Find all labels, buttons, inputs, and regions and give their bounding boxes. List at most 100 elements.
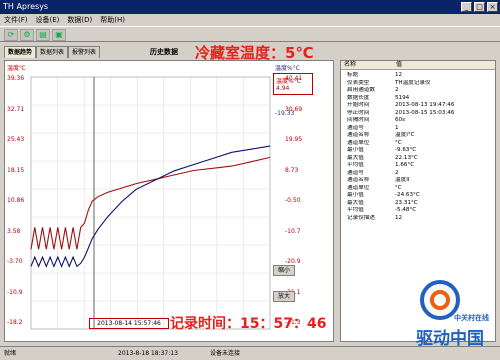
legend1-value: 4.94 xyxy=(276,85,290,92)
row-value: 12 xyxy=(395,72,403,78)
table-row[interactable]: 间隔时间 60s xyxy=(341,117,495,124)
status-bar: 就绪 2013-8-18 18:37:13 设备未连接 xyxy=(0,346,500,360)
row-name: 通道号 xyxy=(347,169,364,176)
row-value: -9.63°C xyxy=(395,147,417,153)
table-row[interactable]: 平均值 -5.48°C xyxy=(341,207,495,214)
tab-trend[interactable]: 数据趋势 xyxy=(4,46,37,58)
tab-bar: 数据趋势 数据列表 报警列表 xyxy=(4,46,101,58)
connect-icon[interactable]: ⚙ xyxy=(20,29,34,41)
row-name: 记录仪描述 xyxy=(347,214,375,221)
row-name: 最小值 xyxy=(347,192,364,198)
row-name: 停止时间 xyxy=(347,109,370,116)
table-row[interactable]: 通道名称 温度II xyxy=(341,177,495,184)
row-value: 2013-08-15 15:03:46 xyxy=(395,109,455,116)
row-value: 60s xyxy=(395,117,406,123)
table-row[interactable]: 标题 12 xyxy=(341,72,495,79)
menu-data[interactable]: 数据(D) xyxy=(67,14,92,26)
row-name: 仪表类型 xyxy=(347,79,370,86)
row-name: 标题 xyxy=(347,72,359,78)
row-value: 2 xyxy=(395,87,399,93)
header-value: 值 xyxy=(396,61,403,68)
row-value: 23.31°C xyxy=(395,199,418,206)
row-value: 12 xyxy=(395,214,403,221)
row-value: °C xyxy=(395,184,402,191)
record-time-label: 记录时间：15：57：46 xyxy=(170,316,327,332)
open-icon[interactable]: ▤ xyxy=(36,29,50,41)
table-row[interactable]: 最小值 -24.63°C xyxy=(341,192,495,199)
status-connection: 设备未连接 xyxy=(210,350,241,357)
table-row[interactable]: 通道单位 °C xyxy=(341,140,495,147)
minimize-button[interactable]: _ xyxy=(461,2,472,12)
row-value: 2 xyxy=(395,169,399,176)
row-value: TH温度记录仪 xyxy=(395,79,431,86)
row-name: 通道单位 xyxy=(347,139,370,146)
status-ready: 就绪 xyxy=(4,350,17,357)
menu-device[interactable]: 设备(E) xyxy=(36,14,60,26)
table-row[interactable]: 启用通道数 2 xyxy=(341,87,495,94)
title-bar: TH Apresys xyxy=(0,0,500,14)
table-row[interactable]: 通道号 2 xyxy=(341,170,495,177)
refresh-icon[interactable]: ⟳ xyxy=(4,29,18,41)
table-row[interactable]: 通道名称 温度I°C xyxy=(341,132,495,139)
table-row[interactable]: 仪表类型 TH温度记录仪 xyxy=(341,80,495,87)
cursor-time: 2013-08-14 15:57:46 xyxy=(89,318,169,329)
row-name: 通道号 xyxy=(347,124,364,131)
table-row[interactable]: 数据长度 5194 xyxy=(341,95,495,102)
chart-area[interactable]: 温度℃ 温度%°C 39.36 32.71 25.43 18.15 10.86 3.58-… xyxy=(4,60,334,342)
chart-header: 历史数据 xyxy=(150,48,178,56)
tab-list[interactable]: 数据列表 xyxy=(36,46,69,58)
row-value: 1 xyxy=(395,124,399,131)
watermark-logo: 中关村在线 驱动中国 xyxy=(416,280,489,349)
row-name: 平均值 xyxy=(347,207,364,213)
menu-file[interactable]: 文件(F) xyxy=(4,14,28,26)
row-name: 通道名称 xyxy=(347,177,370,183)
legend-channel1: 温度%°C 4.94 xyxy=(273,73,313,95)
app-title: TH Apresys xyxy=(3,2,49,11)
row-name: 最大值 xyxy=(347,199,364,206)
row-name: 平均值 xyxy=(347,162,364,168)
row-name: 开始时间 xyxy=(347,102,370,108)
save-icon[interactable]: ▣ xyxy=(52,29,66,41)
menu-bar: 文件(F) 设备(E) 数据(D) 帮助(H) xyxy=(0,14,500,26)
svg-text:中关村在线: 中关村在线 xyxy=(454,313,489,322)
row-value: 5194 xyxy=(395,94,410,101)
table-row[interactable]: 通道单位 °C xyxy=(341,185,495,192)
close-button[interactable]: × xyxy=(487,2,498,12)
row-value: °C xyxy=(395,139,402,146)
row-name: 通道名称 xyxy=(347,132,370,138)
row-name: 最大值 xyxy=(347,154,364,161)
row-name: 数据长度 xyxy=(347,94,370,101)
menu-help[interactable]: 帮助(H) xyxy=(100,14,125,26)
row-value: 22.13°C xyxy=(395,154,418,161)
legend1-label: 温度%°C xyxy=(276,78,301,85)
row-value: 1.66°C xyxy=(395,162,415,168)
table-row[interactable]: 通道号 1 xyxy=(341,125,495,132)
row-value: 温度I°C xyxy=(395,132,415,138)
row-value: -5.48°C xyxy=(395,207,417,213)
row-name: 启用通道数 xyxy=(347,87,375,93)
tab-alarm[interactable]: 报警列表 xyxy=(68,46,101,58)
table-row[interactable]: 最大值 22.13°C xyxy=(341,155,495,162)
row-name: 通道单位 xyxy=(347,184,370,191)
row-value: 2013-08-13 19:47:46 xyxy=(395,102,455,108)
toolbar: ⟳ ⚙ ▤ ▣ xyxy=(0,26,500,42)
row-name: 最小值 xyxy=(347,147,364,153)
table-row[interactable]: 停止时间 2013-08-15 15:03:46 xyxy=(341,110,495,117)
row-value: 温度II xyxy=(395,177,410,183)
table-row[interactable]: 平均值 1.66°C xyxy=(341,162,495,169)
row-name: 间隔时间 xyxy=(347,117,370,123)
table-header: 名称 值 xyxy=(341,61,495,70)
zoom-in-button[interactable]: 缩小 xyxy=(273,265,295,276)
table-row[interactable]: 最大值 23.31°C xyxy=(341,200,495,207)
zoom-out-button[interactable]: 放大 xyxy=(273,291,295,302)
table-row[interactable]: 记录仪描述 12 xyxy=(341,215,495,222)
header-name: 名称 xyxy=(344,61,357,68)
maximize-button[interactable]: □ xyxy=(474,2,485,12)
row-value: -24.63°C xyxy=(395,192,420,198)
legend2-value: -19.33 xyxy=(275,110,295,117)
plot-frame xyxy=(30,76,271,330)
table-row[interactable]: 最小值 -9.63°C xyxy=(341,147,495,154)
table-row[interactable]: 开始时间 2013-08-13 19:47:46 xyxy=(341,102,495,109)
status-time: 2013-8-18 18:37:13 xyxy=(118,350,178,357)
window-controls: _ □ × xyxy=(461,2,498,12)
